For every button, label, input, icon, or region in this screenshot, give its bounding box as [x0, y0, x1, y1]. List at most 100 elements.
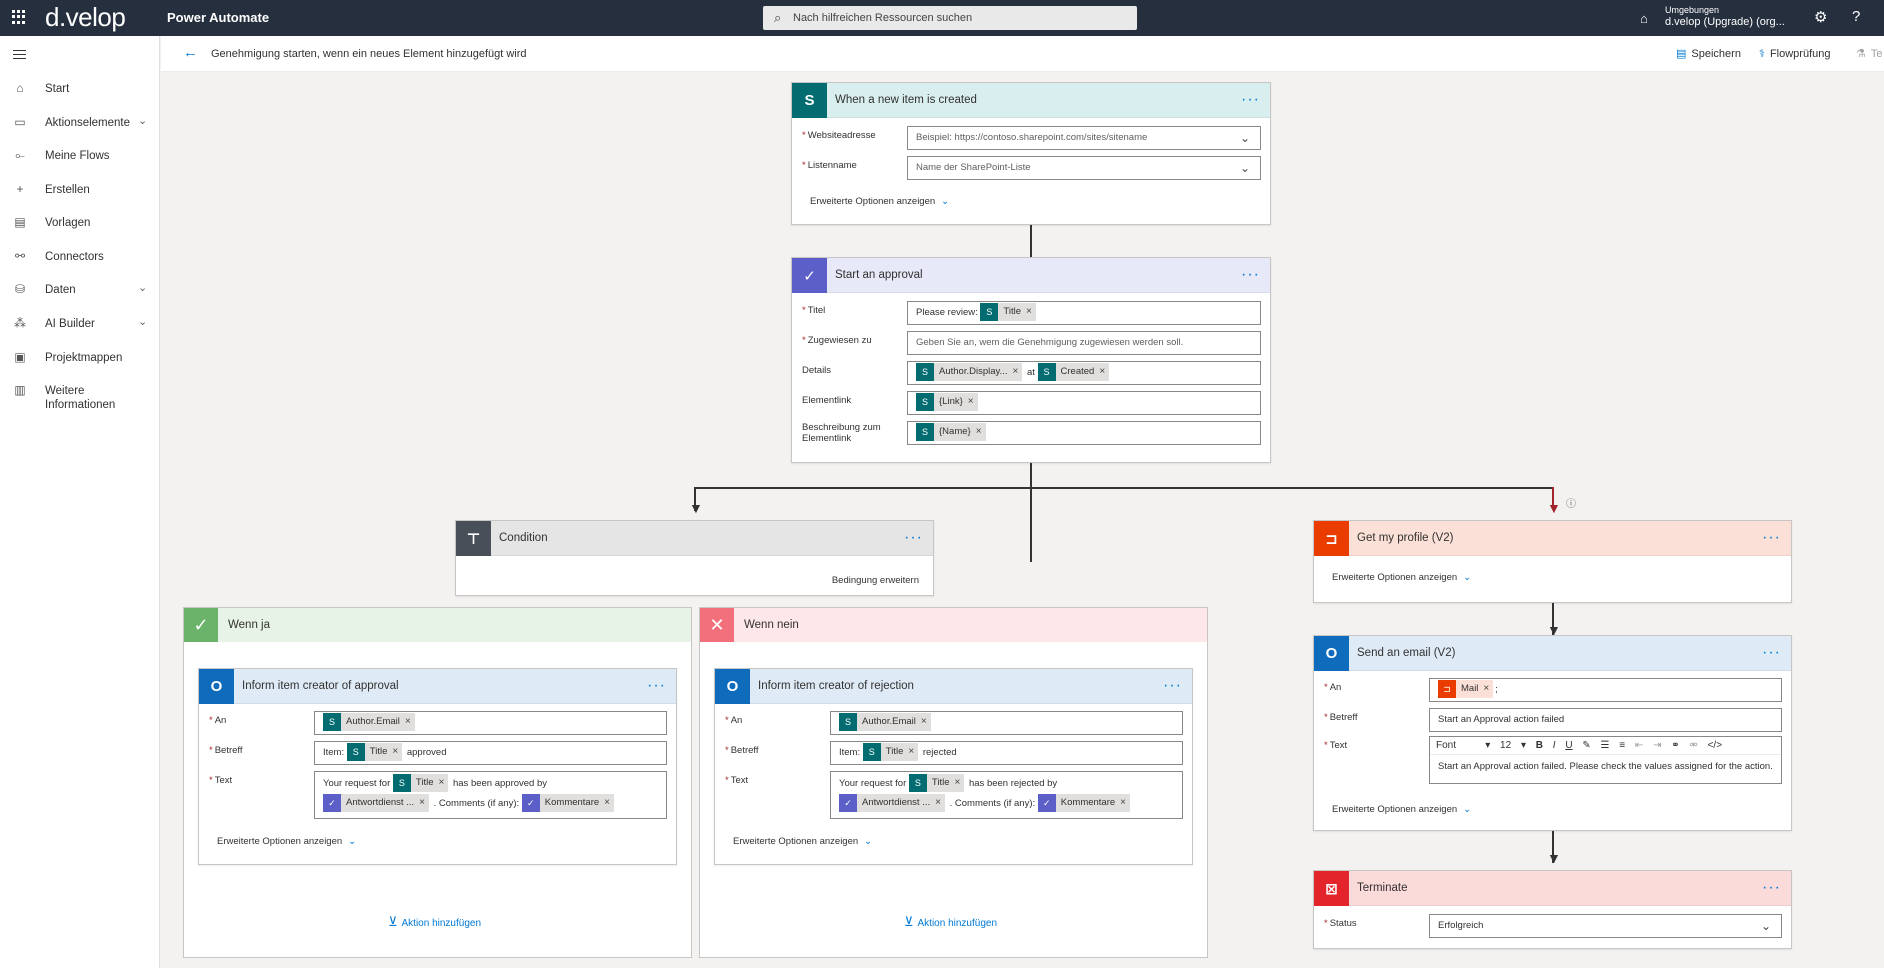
more-options-icon[interactable]: ···	[1762, 879, 1781, 897]
remove-token-icon[interactable]: ×	[419, 797, 425, 808]
underline-icon[interactable]: U	[1565, 740, 1572, 751]
subject-input[interactable]: Item: S Title × rejected	[830, 741, 1183, 765]
body-input[interactable]: Your request for S Title × has been reject…	[830, 771, 1183, 819]
highlight-icon[interactable]: ✎	[1582, 740, 1590, 751]
expand-condition-link[interactable]: Bedingung erweitern	[832, 575, 919, 586]
remove-token-icon[interactable]: ×	[955, 777, 961, 788]
advanced-options-toggle[interactable]: Erweiterte Optionen anzeigen ⌄	[1332, 804, 1471, 815]
save-button[interactable]: ▤ Speichern	[1676, 47, 1741, 60]
remove-token-icon[interactable]: ×	[976, 426, 982, 437]
remove-token-icon[interactable]: ×	[1099, 366, 1105, 377]
advanced-options-toggle[interactable]: Erweiterte Optionen anzeigen ⌄	[810, 196, 949, 207]
remove-token-icon[interactable]: ×	[439, 777, 445, 788]
remove-token-icon[interactable]: ×	[604, 797, 610, 808]
inform-approval-card[interactable]: O Inform item creator of approval ··· * A…	[198, 668, 677, 865]
to-input[interactable]: ⊐ Mail ×;	[1429, 678, 1782, 702]
card-header[interactable]: ✓ Start an approval ···	[792, 258, 1270, 293]
settings-gear-icon[interactable]: ⚙	[1814, 8, 1827, 26]
dynamic-token[interactable]: ✓ Kommentare ×	[1037, 794, 1131, 813]
details-input[interactable]: S Author.Display... × at S Created ×	[907, 361, 1261, 385]
send-email-card[interactable]: O Send an email (V2) ··· * An ⊐ Mail ×; * Be…	[1313, 635, 1792, 831]
advanced-options-toggle[interactable]: Erweiterte Optionen anzeigen ⌄	[733, 836, 872, 847]
remove-token-icon[interactable]: ×	[392, 746, 398, 757]
dynamic-token[interactable]: ✓ Antwortdienst ... ×	[323, 794, 429, 813]
site-address-dropdown[interactable]: Beispiel: https://contoso.sharepoint.com…	[907, 126, 1261, 150]
app-name[interactable]: Power Automate	[167, 10, 269, 25]
nav-item-erstellen[interactable]: + Erstellen	[0, 179, 160, 201]
more-options-icon[interactable]: ···	[647, 677, 666, 695]
to-input[interactable]: S Author.Email ×	[830, 711, 1183, 735]
bullet-list-icon[interactable]: ☰	[1601, 740, 1610, 751]
dynamic-token[interactable]: S Title ×	[346, 743, 403, 762]
dynamic-token[interactable]: S Created ×	[1037, 363, 1110, 382]
indent-icon[interactable]: ⇥	[1653, 740, 1661, 751]
to-input[interactable]: S Author.Email ×	[314, 711, 667, 735]
card-header[interactable]: ⊐ Get my profile (V2) ···	[1314, 521, 1791, 556]
remove-token-icon[interactable]: ×	[921, 716, 927, 727]
environment-picker[interactable]: Umgebungen d.velop (Upgrade) (org...	[1665, 4, 1785, 28]
dynamic-token[interactable]: ✓ Kommentare ×	[521, 794, 615, 813]
card-header[interactable]: O Inform item creator of rejection ···	[715, 669, 1192, 704]
nav-item-start[interactable]: ⌂ Start	[0, 78, 160, 100]
get-profile-card[interactable]: ⊐ Get my profile (V2) ··· Erweiterte Opt…	[1313, 520, 1792, 603]
dynamic-token[interactable]: S Author.Display... ×	[916, 363, 1023, 382]
remove-token-icon[interactable]: ×	[1120, 797, 1126, 808]
code-view-icon[interactable]: </>	[1708, 740, 1722, 751]
title-input[interactable]: Please review: S Title ×	[907, 301, 1261, 325]
bold-icon[interactable]: B	[1536, 740, 1543, 751]
branch-header[interactable]: ✕ Wenn nein	[700, 608, 1207, 642]
search-input[interactable]: ⌕ Nach hilfreichen Ressourcen suchen	[763, 6, 1137, 30]
info-icon[interactable]: ⓘ	[1566, 495, 1576, 510]
remove-token-icon[interactable]: ×	[405, 716, 411, 727]
body-input[interactable]: Your request for S Title × has been approv…	[314, 771, 667, 819]
dynamic-token[interactable]: S Title ×	[908, 774, 965, 793]
dynamic-token[interactable]: S Title ×	[862, 743, 919, 762]
numbered-list-icon[interactable]: ≡	[1619, 740, 1625, 751]
remove-token-icon[interactable]: ×	[935, 797, 941, 808]
nav-item-meine-flows[interactable]: ⟜ Meine Flows	[0, 145, 160, 167]
app-launcher-icon[interactable]	[12, 10, 26, 24]
add-action-button[interactable]: ⊻ Aktion hinzufügen	[388, 914, 481, 930]
item-link-input[interactable]: S {Link} ×	[907, 391, 1261, 415]
card-header[interactable]: ⊤ Condition ···	[456, 521, 933, 556]
more-options-icon[interactable]: ···	[1762, 529, 1781, 547]
more-options-icon[interactable]: ···	[1241, 266, 1260, 284]
card-header[interactable]: ⊠ Terminate ···	[1314, 871, 1791, 906]
card-header[interactable]: O Send an email (V2) ···	[1314, 636, 1791, 671]
hamburger-menu-icon[interactable]	[13, 50, 26, 59]
font-select[interactable]: Font ▾	[1436, 740, 1490, 751]
remove-token-icon[interactable]: ×	[968, 396, 974, 407]
advanced-options-toggle[interactable]: Erweiterte Optionen anzeigen ⌄	[217, 836, 356, 847]
nav-item-weitere-informationen[interactable]: ▥ Weitere Informationen	[0, 380, 160, 416]
dynamic-token[interactable]: S Title ×	[392, 774, 449, 793]
dynamic-token[interactable]: S Author.Email ×	[839, 713, 931, 732]
more-options-icon[interactable]: ···	[1163, 677, 1182, 695]
back-arrow-icon[interactable]: ←	[183, 44, 198, 61]
nav-item-connectors[interactable]: ⚯ Connectors	[0, 246, 160, 268]
font-size-select[interactable]: 12 ▾	[1500, 740, 1526, 751]
dynamic-token[interactable]: S Author.Email ×	[323, 713, 415, 732]
condition-card[interactable]: ⊤ Condition ··· Bedingung erweitern	[455, 520, 934, 596]
nav-item-aktionselemente[interactable]: ▭ Aktionselemente ⌄	[0, 112, 160, 134]
approval-card[interactable]: ✓ Start an approval ··· * Titel Please re…	[791, 257, 1271, 463]
link-description-input[interactable]: S {Name} ×	[907, 421, 1261, 445]
test-button[interactable]: ⚗ Te	[1856, 47, 1883, 60]
nav-item-projektmappen[interactable]: ▣ Projektmappen	[0, 347, 160, 369]
status-dropdown[interactable]: Erfolgreich ⌄	[1429, 914, 1782, 938]
card-header[interactable]: S When a new item is created ···	[792, 83, 1270, 118]
subject-input[interactable]: Item: S Title × approved	[314, 741, 667, 765]
unlink-icon[interactable]: ⚮	[1689, 740, 1697, 751]
inform-rejection-card[interactable]: O Inform item creator of rejection ··· *…	[714, 668, 1193, 865]
trigger-card[interactable]: S When a new item is created ··· * Websit…	[791, 82, 1271, 225]
link-icon[interactable]: ⚭	[1671, 740, 1679, 751]
assigned-to-input[interactable]: Geben Sie an, wem die Genehmigung zugewi…	[907, 331, 1261, 355]
list-name-dropdown[interactable]: Name der SharePoint-Liste ⌄	[907, 156, 1261, 180]
add-action-button[interactable]: ⊻ Aktion hinzufügen	[904, 914, 997, 930]
nav-item-ai-builder[interactable]: ⁂ AI Builder ⌄	[0, 313, 160, 335]
dynamic-token[interactable]: S Title ×	[980, 303, 1036, 322]
more-options-icon[interactable]: ···	[1241, 91, 1260, 109]
nav-item-vorlagen[interactable]: ▤ Vorlagen	[0, 212, 160, 234]
nav-item-daten[interactable]: ⛁ Daten ⌄	[0, 279, 160, 301]
remove-token-icon[interactable]: ×	[1012, 366, 1018, 377]
advanced-options-toggle[interactable]: Erweiterte Optionen anzeigen ⌄	[1332, 572, 1471, 583]
